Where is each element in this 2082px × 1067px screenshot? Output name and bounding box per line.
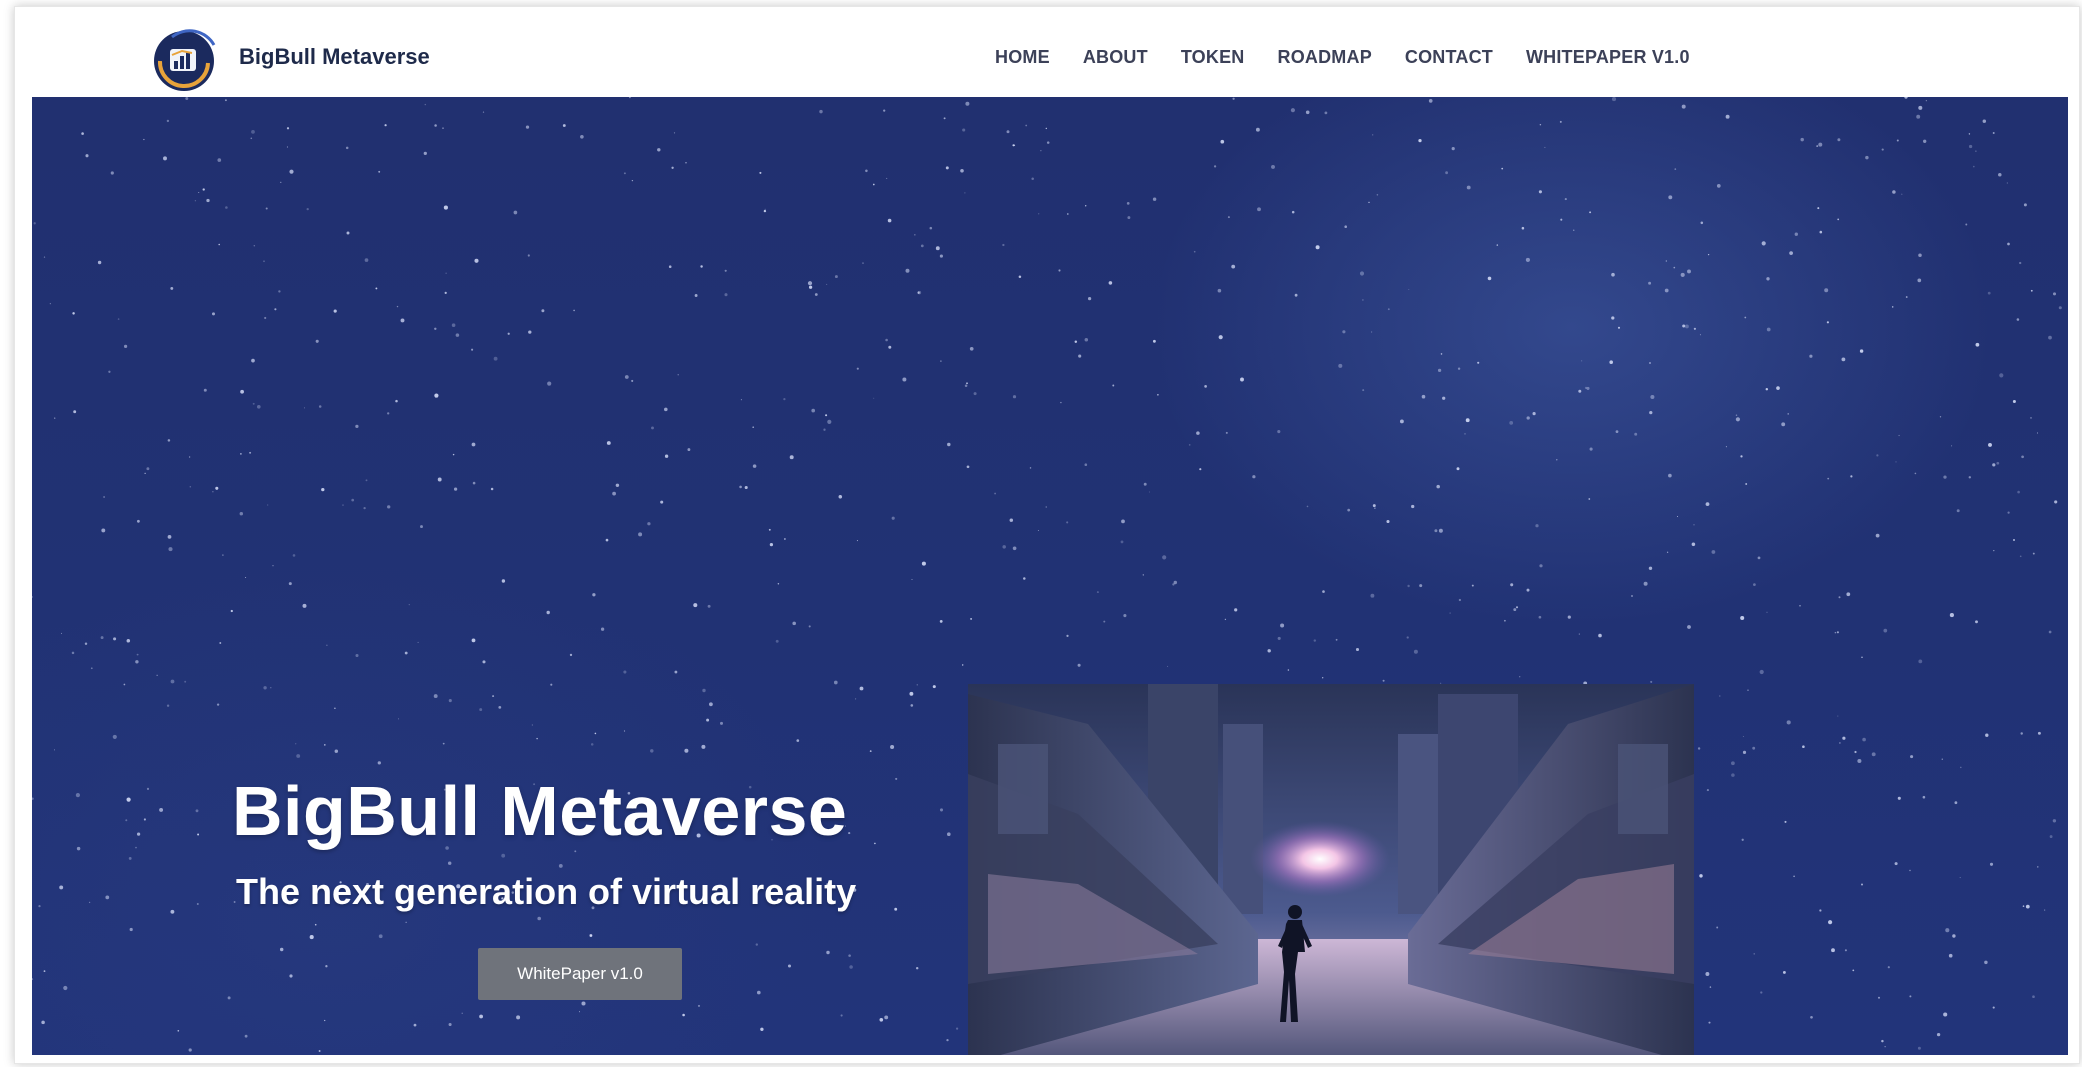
hero-title: BigBull Metaverse (232, 772, 848, 850)
hero-section: BigBull Metaverse The next generation of… (32, 97, 2068, 1055)
nav-about-link[interactable]: ABOUT (1083, 47, 1148, 68)
nav-roadmap-link[interactable]: ROADMAP (1278, 47, 1372, 68)
browser-page: BigBull Metaverse HOME ABOUT TOKEN ROADM… (14, 6, 2080, 1064)
brand-name[interactable]: BigBull Metaverse (239, 7, 430, 107)
nav-contact-link[interactable]: CONTACT (1405, 47, 1493, 68)
hero-subtitle: The next generation of virtual reality (236, 871, 857, 912)
top-navbar: BigBull Metaverse HOME ABOUT TOKEN ROADM… (15, 7, 2079, 97)
nav-whitepaper-link[interactable]: WHITEPAPER V1.0 (1526, 47, 1690, 68)
nav-token-link[interactable]: TOKEN (1181, 47, 1245, 68)
hero-image (968, 684, 1694, 1055)
bigbull-logo-icon[interactable] (150, 23, 226, 93)
whitepaper-button[interactable]: WhitePaper v1.0 (478, 948, 682, 1000)
main-navigation: HOME ABOUT TOKEN ROADMAP CONTACT WHITEPA… (995, 7, 1723, 107)
nav-home-link[interactable]: HOME (995, 47, 1050, 68)
